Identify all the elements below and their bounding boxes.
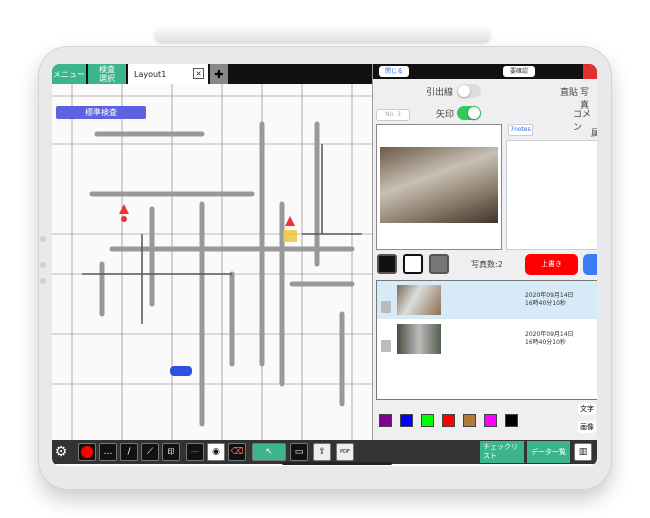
- color-swatch-green[interactable]: [421, 414, 434, 427]
- trash-icon[interactable]: [381, 340, 391, 352]
- color-swatch-brown[interactable]: [463, 414, 476, 427]
- video-icon[interactable]: [377, 254, 397, 274]
- blueprint-drawing: [52, 84, 372, 440]
- camera-icon[interactable]: ◉: [207, 443, 225, 461]
- menu-tab[interactable]: メニュー: [52, 64, 86, 84]
- marker-pin[interactable]: [121, 216, 127, 222]
- alert-button[interactable]: [583, 64, 597, 79]
- photo-row[interactable]: 2020年09月14日 16時40分10秒: [377, 281, 597, 319]
- bottom-toolbar: ⚙ … / ⟋ 印 — ◉ ⌫ ↖ ▭ ⇪ PDF チェックリスト データ一覧 …: [52, 440, 597, 464]
- measure-icon[interactable]: —: [186, 443, 204, 461]
- arrow-label: 矢印: [436, 110, 455, 120]
- photo-thumbnail: [397, 285, 441, 315]
- marker-pin[interactable]: [170, 366, 192, 376]
- photo-preview[interactable]: [376, 124, 502, 250]
- number-badge[interactable]: No. 3: [376, 109, 410, 121]
- close-tab-icon[interactable]: ✕: [193, 68, 204, 79]
- standard-inspection-label[interactable]: 標準検査: [56, 106, 146, 119]
- monitor-icon[interactable]: ▭: [290, 443, 308, 461]
- needs-confirm-button[interactable]: 要確認: [503, 66, 535, 77]
- apple-pencil: [155, 28, 490, 42]
- record-icon[interactable]: [78, 443, 96, 461]
- photo-row[interactable]: 2020年09月14日 16時40分10秒: [377, 320, 597, 358]
- side-button: [40, 278, 46, 284]
- color-swatch-magenta[interactable]: [484, 414, 497, 427]
- add-tab-button[interactable]: ✚: [210, 64, 228, 84]
- export-icon[interactable]: ⇪: [313, 443, 331, 461]
- color-swatch-black[interactable]: [505, 414, 518, 427]
- tab-label: Layout1: [134, 69, 167, 79]
- photo-time: 16時40分10秒: [525, 300, 566, 307]
- color-swatch-red[interactable]: [442, 414, 455, 427]
- blueprint-canvas[interactable]: 標準検査: [52, 84, 372, 440]
- checklist-button[interactable]: チェックリスト: [480, 441, 524, 463]
- gallery-icon[interactable]: [429, 254, 449, 274]
- tab-layout1[interactable]: Layout1 ✕: [128, 64, 208, 84]
- arrow-toggle[interactable]: [457, 106, 481, 120]
- color-swatch-purple[interactable]: [379, 414, 392, 427]
- photo-count: 写真数:2: [471, 260, 503, 269]
- other-label: 属: [591, 129, 597, 139]
- camera-icon[interactable]: [403, 254, 423, 274]
- photo-date: 2020年09月14日: [525, 292, 574, 299]
- inspection-select-tab[interactable]: 検査 選択: [88, 64, 126, 84]
- inspection-panel: 閉じる 要確認 引出線 矢印 直貼 写真 コメン 属 No. 3 7notes …: [372, 64, 597, 440]
- photo-thumbnail: [397, 324, 441, 354]
- image-button[interactable]: 画像: [578, 421, 596, 433]
- photo-list: 2020年09月14日 16時40分10秒 2020年09月14日 16時40分10…: [376, 280, 597, 400]
- marker-arrow[interactable]: [285, 216, 295, 226]
- app-screen: メニュー 検査 選択 Layout1 ✕ ✚ 標準検査 閉じる 要確認 引出線 …: [52, 64, 597, 466]
- leader-line-label: 引出線: [426, 88, 454, 98]
- comment-box[interactable]: [506, 140, 597, 250]
- save-button[interactable]: [583, 254, 597, 275]
- rectangle-icon[interactable]: ⟋: [141, 443, 159, 461]
- tab-bar: メニュー 検査 選択 Layout1 ✕ ✚: [52, 64, 372, 84]
- photo-date: 2020年09月14日: [525, 331, 574, 338]
- comment-icon[interactable]: …: [99, 443, 117, 461]
- gear-icon[interactable]: ⚙: [52, 443, 70, 461]
- stamp-icon[interactable]: 印: [162, 443, 180, 461]
- photo-image: [380, 147, 498, 223]
- home-indicator: [282, 462, 392, 465]
- direct-paste-label: 直貼: [560, 88, 579, 98]
- leader-line-toggle[interactable]: [457, 84, 481, 98]
- photo-time: 16時40分10秒: [525, 339, 566, 346]
- eraser-icon[interactable]: ⌫: [228, 443, 246, 461]
- pdf-icon[interactable]: PDF: [336, 443, 354, 461]
- marker-arrow[interactable]: [119, 204, 129, 214]
- panel-header: 閉じる 要確認: [373, 64, 597, 79]
- marker-selected[interactable]: [283, 230, 297, 242]
- notes-button[interactable]: 7notes: [508, 124, 533, 136]
- side-button: [40, 262, 46, 268]
- data-list-button[interactable]: データ一覧: [527, 441, 570, 463]
- close-button[interactable]: 閉じる: [379, 66, 409, 77]
- trash-icon[interactable]: [381, 301, 391, 313]
- text-button[interactable]: 文字: [578, 403, 596, 415]
- side-button: [40, 236, 46, 242]
- book-icon[interactable]: ▥: [574, 443, 592, 461]
- pen-icon[interactable]: /: [120, 443, 138, 461]
- select-icon[interactable]: ↖: [252, 443, 286, 461]
- color-swatch-blue[interactable]: [400, 414, 413, 427]
- overwrite-button[interactable]: 上書き: [525, 254, 578, 275]
